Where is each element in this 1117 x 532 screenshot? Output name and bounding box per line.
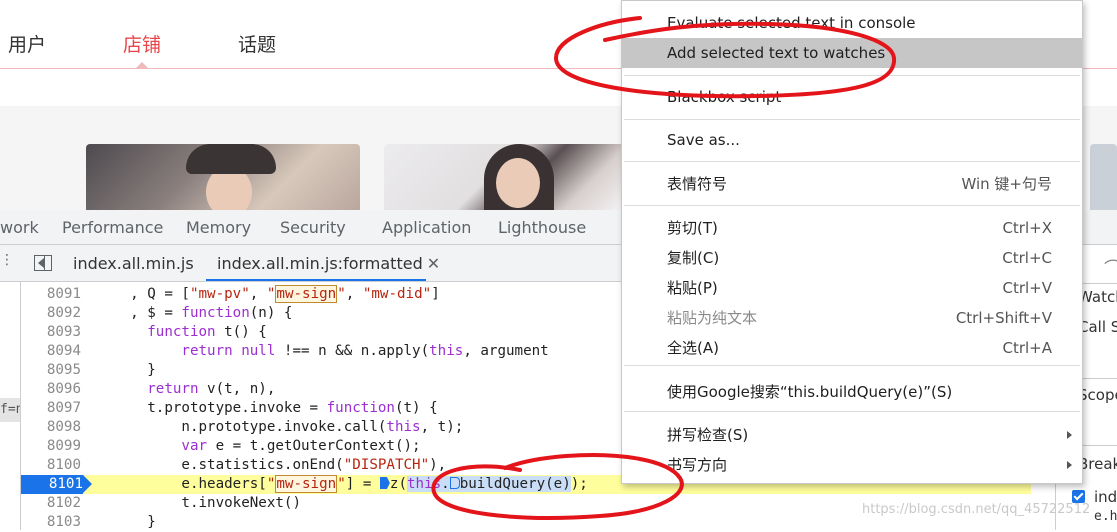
menu-paste[interactable]: 粘贴(P) Ctrl+V	[622, 273, 1082, 303]
code-text: e.statistics.onEnd("DISPATCH"),	[96, 457, 447, 473]
menu-spellcheck[interactable]: 拼写检查(S)	[622, 420, 1082, 450]
menu-separator	[624, 365, 1080, 366]
line-number[interactable]: 8092	[21, 304, 81, 323]
menu-item-label: Add selected text to watches	[667, 44, 886, 62]
call-stack-section[interactable]: Call S	[1078, 318, 1117, 336]
menu-item-label: 剪切(T)	[667, 219, 718, 237]
code-text: }	[96, 362, 156, 378]
code-text: , Q = ["mw-pv", "mw-sign", "mw-did"]	[96, 285, 440, 303]
menu-save-as[interactable]: Save as...	[622, 125, 1082, 155]
navigator-selected-item[interactable]: f=n	[0, 398, 20, 422]
menu-item-label: Blackbox script	[667, 88, 782, 106]
line-number[interactable]: 8091	[21, 285, 81, 304]
menu-item-label: 表情符号	[667, 175, 728, 193]
submenu-arrow-icon	[1067, 431, 1072, 439]
menu-cut[interactable]: 剪切(T) Ctrl+X	[622, 213, 1082, 243]
line-number[interactable]: 8101	[21, 475, 92, 494]
code-text: t.prototype.invoke = function(t) {	[96, 400, 438, 416]
menu-item-shortcut: Ctrl+X	[1002, 219, 1052, 237]
shop-card-image[interactable]	[86, 144, 360, 210]
menu-item-shortcut: Ctrl+V	[1002, 279, 1052, 297]
menu-separator	[624, 161, 1080, 162]
menu-add-to-watches[interactable]: Add selected text to watches	[622, 38, 1082, 68]
watermark: https://blog.csdn.net/qq_45722512	[862, 502, 1091, 517]
line-number[interactable]: 8100	[21, 456, 81, 475]
code-text: n.prototype.invoke.call(this, t);	[96, 419, 464, 435]
line-number[interactable]: 8093	[21, 323, 81, 342]
inline-breakpoint-icon	[449, 477, 460, 489]
submenu-arrow-icon	[1067, 461, 1072, 469]
code-text: return null !== n && n.apply(this, argum…	[181, 343, 549, 359]
menu-item-label: Save as...	[667, 131, 740, 149]
tab-lighthouse[interactable]: Lighthouse	[498, 218, 586, 237]
line-number[interactable]: 8103	[21, 513, 81, 532]
menu-separator	[624, 205, 1080, 206]
menu-item-shortcut: Ctrl+A	[1002, 339, 1052, 357]
menu-item-label: 使用Google搜索“this.buildQuery(e)”(S)	[667, 383, 953, 401]
code-text: t.invokeNext()	[96, 495, 301, 511]
toggle-navigator-icon[interactable]	[34, 255, 52, 271]
menu-item-label: 粘贴为纯文本	[667, 309, 758, 327]
code-text: var e = t.getOuterContext();	[181, 438, 421, 454]
line-number[interactable]: 8097	[21, 399, 81, 418]
breakpoint-file: ind	[1094, 488, 1117, 506]
active-tab-indicator	[206, 279, 426, 281]
menu-google-search[interactable]: 使用Google搜索“this.buildQuery(e)”(S)	[622, 377, 1082, 407]
menu-copy[interactable]: 复制(C) Ctrl+C	[622, 243, 1082, 273]
shop-card-image[interactable]	[1090, 144, 1117, 210]
menu-paste-plain[interactable]: 粘贴为纯文本 Ctrl+Shift+V	[622, 303, 1082, 333]
code-text: }	[96, 514, 156, 530]
line-number[interactable]: 8098	[21, 418, 81, 437]
menu-select-all[interactable]: 全选(A) Ctrl+A	[622, 333, 1082, 363]
menu-item-shortcut: Ctrl+C	[1002, 249, 1052, 267]
menu-emoji[interactable]: 表情符号 Win 键+句号	[622, 169, 1082, 199]
tab-application[interactable]: Application	[382, 218, 471, 237]
code-text: , $ = function(n) {	[96, 305, 293, 321]
tab-security[interactable]: Security	[280, 218, 346, 237]
nav-users[interactable]: 用户	[8, 30, 46, 57]
menu-item-label: 拼写检查(S)	[667, 426, 749, 444]
menu-blackbox-script[interactable]: Blackbox script	[622, 82, 1082, 112]
line-number[interactable]: 8094	[21, 342, 81, 361]
menu-writing-direction[interactable]: 书写方向	[622, 450, 1082, 480]
tab-memory[interactable]: Memory	[186, 218, 251, 237]
watch-section[interactable]: Watch	[1078, 288, 1117, 306]
file-tab-formatted[interactable]: index.all.min.js:formatted ✕	[217, 254, 440, 273]
file-tab-min[interactable]: index.all.min.js	[73, 254, 194, 273]
scope-section[interactable]: Scope	[1078, 386, 1117, 404]
menu-item-label: 全选(A)	[667, 339, 719, 357]
line-number[interactable]: 8096	[21, 380, 81, 399]
menu-separator	[624, 75, 1080, 76]
nav-topics[interactable]: 话题	[238, 30, 276, 57]
breakpoint-marker-icon	[379, 477, 390, 489]
menu-item-label: 复制(C)	[667, 249, 720, 267]
shop-card-image[interactable]	[384, 144, 624, 210]
line-number[interactable]: 8095	[21, 361, 81, 380]
tab-network[interactable]: work	[0, 218, 39, 237]
nav-active-caret	[136, 62, 148, 68]
code-text: return v(t, n),	[147, 381, 276, 397]
line-number[interactable]: 8102	[21, 494, 81, 513]
step-icon[interactable]: ⌒	[1104, 255, 1117, 281]
tab-performance[interactable]: Performance	[62, 218, 163, 237]
menu-separator	[624, 119, 1080, 120]
context-menu: Evaluate selected text in console Add sel…	[621, 0, 1083, 484]
file-tab-formatted-label: index.all.min.js:formatted	[217, 254, 423, 273]
menu-item-shortcut: Ctrl+Shift+V	[955, 309, 1052, 327]
menu-item-label: 粘贴(P)	[667, 279, 718, 297]
menu-separator	[624, 411, 1080, 412]
breakpoints-section[interactable]: Break	[1078, 455, 1117, 473]
close-icon[interactable]: ✕	[427, 254, 440, 273]
menu-item-shortcut: Win 键+句号	[961, 175, 1052, 193]
line-number[interactable]: 8099	[21, 437, 81, 456]
code-text: e.headers["mw-sign"] = z(this. buildQuery…	[96, 475, 588, 493]
menu-evaluate-console[interactable]: Evaluate selected text in console	[622, 8, 1082, 38]
nav-shops[interactable]: 店铺	[123, 30, 161, 57]
more-icon[interactable]: ⋮	[0, 252, 14, 268]
code-text: function t() {	[147, 324, 267, 340]
breakpoint-code: e.h	[1094, 509, 1117, 524]
menu-item-label: 书写方向	[667, 456, 728, 474]
menu-item-label: Evaluate selected text in console	[667, 14, 916, 32]
